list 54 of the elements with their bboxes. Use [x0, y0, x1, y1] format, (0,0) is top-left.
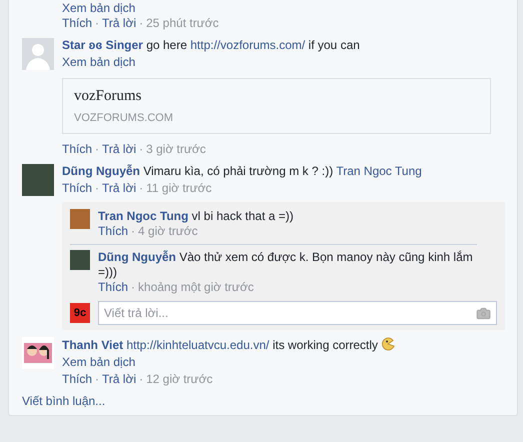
action-link[interactable]: Trả lời [102, 181, 136, 196]
action-link[interactable]: Thích [62, 16, 92, 31]
timestamp: khoảng một giờ trước [138, 280, 254, 295]
action-link[interactable]: Thích [62, 181, 92, 196]
timestamp: 11 giờ trước [146, 181, 212, 196]
timestamp: 4 giờ trước [138, 224, 198, 239]
reply-text: Tran Ngoc Tung vl bi hack that a =)) [98, 209, 295, 224]
separator-dot: · [95, 142, 100, 157]
separator-dot: · [139, 142, 144, 157]
action-link[interactable]: Trả lời [102, 16, 136, 31]
author-link[interactable]: Thanh Viet [62, 338, 124, 352]
avatar-silhouette-icon [22, 38, 54, 70]
separator-dot: · [95, 372, 100, 387]
text-link[interactable]: Tran Ngoc Tung [336, 164, 422, 178]
action-link[interactable]: Thích [98, 280, 128, 295]
separator-dot: · [139, 372, 144, 387]
text-link[interactable]: http://vozforums.com/ [190, 38, 306, 52]
separator-dot: · [139, 16, 144, 31]
avatar-cartoon-drawing [22, 337, 54, 369]
write-comment-link[interactable]: Viết bình luận... [9, 394, 517, 409]
reply-input-field[interactable]: Viết trả lời... [98, 301, 497, 325]
separator-dot: · [131, 224, 136, 239]
timestamp: 12 giờ trước [146, 372, 213, 387]
preview-title: vozForums [74, 89, 142, 104]
author-link[interactable]: Dũng Nguyễn [62, 164, 140, 178]
author-link[interactable]: Dũng Nguyễn [98, 250, 176, 264]
action-link[interactable]: Thích [62, 142, 92, 157]
avatar-photo [22, 164, 54, 196]
avatar-photo [70, 250, 90, 270]
comment-text: Star ʚɞ Singer go here http://vozforums.com/ if you can [62, 38, 361, 53]
translate-link[interactable]: Xem bản dịch [62, 1, 517, 16]
preview-domain: VOZFORUMS.COM [74, 111, 174, 126]
translate-link[interactable]: Xem bản dịch [62, 55, 505, 70]
timestamp: 3 giờ trước [146, 142, 206, 157]
action-link[interactable]: Thích [98, 224, 128, 239]
author-link[interactable]: Star ʚɞ Singer [62, 38, 143, 52]
camera-icon[interactable] [476, 306, 491, 321]
separator-dot: · [131, 280, 136, 295]
comment-text: Thanh Viet http://kinhteluatvcu.edu.vn/ its working correctly [62, 337, 505, 353]
author-link[interactable]: Tran Ngoc Tung [98, 209, 188, 223]
separator-dot: · [95, 181, 100, 196]
timestamp: 25 phút trước [146, 16, 219, 31]
translate-link[interactable]: Xem bản dịch [62, 355, 505, 370]
user-avatar-logo: 9c [70, 303, 90, 323]
action-link[interactable]: Thích [62, 372, 92, 387]
avatar-photo [70, 209, 90, 229]
reply-text: Dũng Nguyễn Vào thử xem có được k. Bọn manoy này cũng kinh lắm =))) [98, 250, 474, 280]
action-link[interactable]: Trả lời [102, 142, 136, 157]
separator-dot: · [95, 16, 100, 31]
action-link[interactable]: Trả lời [102, 372, 136, 387]
separator-dot: · [139, 181, 144, 196]
link-preview-card[interactable]: vozForums VOZFORUMS.COM [62, 78, 491, 134]
comment-text: Dũng Nguyễn Vimaru kìa, có phải trường m k ? :)) Tran Ngoc Tung [62, 164, 423, 179]
text-link[interactable]: http://kinhteluatvcu.edu.vn/ [126, 338, 270, 352]
